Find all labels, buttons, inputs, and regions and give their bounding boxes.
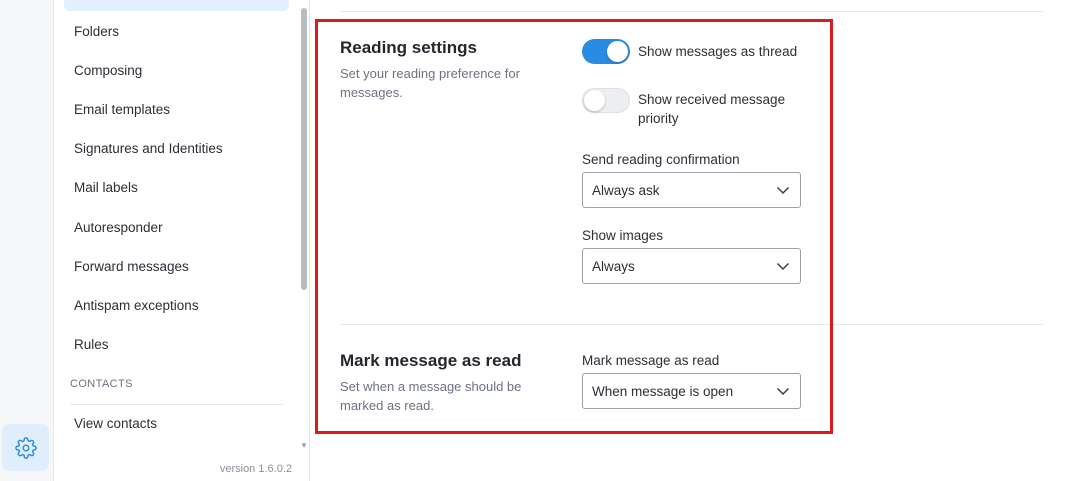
nav-item-composing[interactable]: Composing	[74, 63, 142, 78]
nav-item-signatures[interactable]: Signatures and Identities	[74, 141, 223, 156]
nav-item-forward-messages[interactable]: Forward messages	[74, 259, 189, 274]
nav-section-heading-contacts: CONTACTS	[70, 378, 133, 390]
highlight-box	[315, 19, 833, 434]
section-divider-top	[340, 11, 1043, 12]
app-icon-rail	[0, 0, 54, 481]
settings-content: Reading settings Set your reading prefer…	[311, 0, 1071, 481]
nav-item-autoresponder[interactable]: Autoresponder	[74, 220, 163, 235]
settings-rail-button[interactable]	[2, 424, 49, 471]
nav-item-folders[interactable]: Folders	[74, 24, 119, 39]
nav-item-email-templates[interactable]: Email templates	[74, 102, 170, 117]
nav-item-rules[interactable]: Rules	[74, 337, 109, 352]
nav-divider	[70, 404, 283, 405]
nav-item-mail-labels[interactable]: Mail labels	[74, 180, 138, 195]
settings-nav: Folders Composing Email templates Signat…	[55, 0, 310, 481]
nav-item-antispam-exceptions[interactable]: Antispam exceptions	[74, 298, 199, 313]
gear-icon	[14, 436, 37, 459]
nav-item-active[interactable]	[64, 0, 289, 11]
nav-scrollbar-thumb[interactable]	[301, 8, 307, 290]
nav-item-view-contacts[interactable]: View contacts	[74, 416, 157, 431]
scroll-down-arrow-icon[interactable]: ▼	[300, 441, 308, 450]
app-version: version 1.6.0.2	[219, 463, 292, 475]
